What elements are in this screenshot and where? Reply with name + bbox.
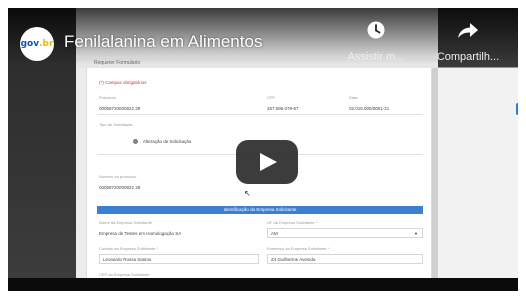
channel-logo[interactable]: gov .br	[20, 27, 54, 61]
row1-value-protocol: 00068720000822 29	[99, 106, 141, 111]
video-player[interactable]: Requerer Formulario (*) Campos obrigatór…	[8, 8, 518, 291]
company-name-label: Nome da Empresa Solicitante	[99, 220, 152, 225]
video-title[interactable]: Fenilalanina em Alimentos	[64, 32, 262, 52]
contact-input[interactable]: Leonardo Rossa Santos	[99, 254, 259, 264]
play-icon	[260, 153, 277, 171]
required-note: (*) Campos obrigatórios	[99, 80, 147, 85]
next-field-label: CEP da Empresa Solicitante	[99, 272, 150, 277]
address-input[interactable]: Z4 Guilherme Avenida	[267, 254, 423, 264]
watch-later-button[interactable]: Assistir m...	[334, 19, 418, 63]
row1-label-protocol: Protocolo	[99, 95, 116, 100]
company-name-value: Empresa de Testes em Homologação SA	[99, 231, 182, 236]
request-type-radio[interactable]	[133, 139, 138, 144]
side-badge: S	[516, 103, 518, 115]
contact-value: Leonardo Rossa Santos	[103, 257, 152, 262]
mouse-cursor-icon: ↖	[244, 189, 251, 198]
screen-scrollbar	[432, 68, 438, 278]
chevron-down-icon: ▼	[414, 231, 418, 236]
watch-later-label: Assistir m...	[347, 51, 405, 63]
request-type-label: Tipo de Solicitação	[99, 122, 133, 127]
play-button[interactable]	[236, 140, 298, 184]
uf-value: AM	[271, 231, 278, 236]
share-icon	[458, 23, 478, 38]
protocol-number-value: 00068720000822 29	[99, 185, 141, 190]
share-button[interactable]: Compartilh...	[426, 19, 510, 63]
uf-label: UF da Empresa Solicitante *	[267, 220, 318, 225]
uf-select[interactable]: AM ▼	[267, 228, 423, 238]
clock-icon	[367, 21, 385, 39]
channel-logo-text: gov	[20, 39, 40, 49]
share-label: Compartilh...	[436, 51, 500, 63]
row1-label-cpf: CPF	[267, 95, 275, 100]
row1-value-cpf: 257.596.079-67	[267, 106, 299, 111]
divider	[97, 114, 423, 115]
row1-label-data: Data	[349, 95, 358, 100]
address-value: Z4 Guilherme Avenida	[271, 257, 316, 262]
address-label: Endereço da Empresa Solicitante *	[267, 246, 330, 251]
request-type-option: Alteração de Solicitação	[143, 139, 192, 144]
protocol-number-label: Número do protocolo	[99, 174, 137, 179]
section-title: Identificação da Empresa Solicitante	[97, 206, 423, 214]
row1-value-data: 02.015.000/0001-21	[349, 106, 390, 111]
contact-label: Contato da Empresa Solicitante *	[99, 246, 158, 251]
channel-logo-text-suffix: .br	[39, 39, 54, 49]
